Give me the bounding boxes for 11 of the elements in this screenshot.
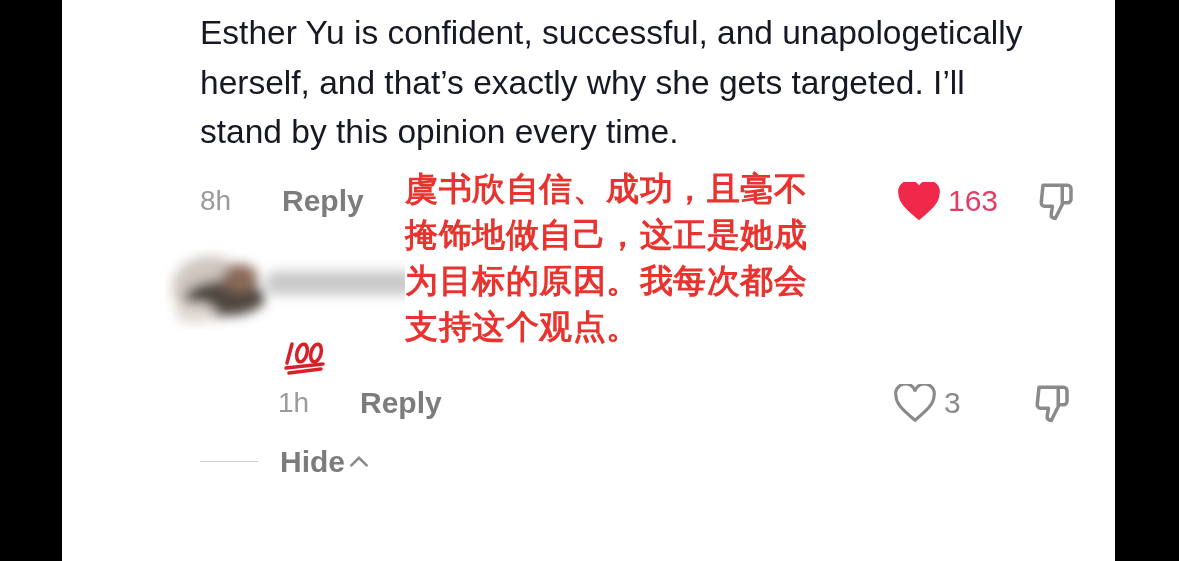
reply-time: 1h — [278, 386, 311, 419]
heart-icon[interactable] — [898, 181, 940, 220]
caret-icon — [349, 454, 369, 469]
like-count: 163 — [948, 183, 1000, 218]
reply-button[interactable]: Reply — [360, 385, 442, 420]
comment-text: Esther Yu is confident, successful, and unapologetically herself, and that’s exactly why she gets targeted. I’ll stand by this opinion every time. — [200, 13, 1024, 152]
comment-time: 8h — [200, 184, 233, 217]
hide-button[interactable]: Hide — [280, 444, 369, 479]
reply-button[interactable]: Reply — [282, 183, 364, 218]
like-count: 3 — [944, 385, 962, 420]
heart-icon[interactable] — [894, 383, 936, 422]
